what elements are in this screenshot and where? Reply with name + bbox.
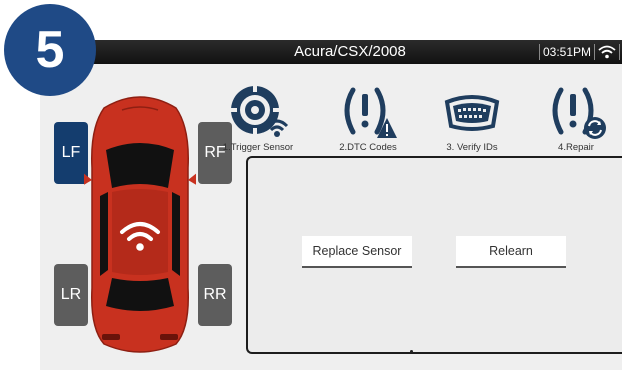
status-divider [594, 44, 596, 60]
tool-label: 4.Repair [558, 142, 594, 153]
obd-connector-icon [422, 78, 522, 140]
tpms-repair-icon [526, 78, 622, 140]
status-area: 03:51PM [536, 42, 622, 62]
tool-verify-ids[interactable]: 3. Verify IDs [422, 78, 522, 153]
tool-label: 2.DTC Codes [339, 142, 397, 153]
tire-button-lr[interactable]: LR [54, 264, 88, 326]
tire-label-rr: RR [203, 286, 227, 303]
tire-label-lf: LF [61, 144, 81, 161]
device-screen: Acura/CSX/2008 03:51PM LF RF LR RR 1.Tri… [40, 40, 622, 370]
panel-indicator [410, 350, 413, 353]
status-time: 03:51PM [543, 45, 592, 59]
tool-dtc-codes[interactable]: 2.DTC Codes [318, 78, 418, 153]
step-badge: 5 [4, 4, 96, 96]
wifi-icon [598, 45, 616, 59]
tool-trigger-sensor[interactable]: 1.Trigger Sensor [208, 78, 308, 153]
title-bar: Acura/CSX/2008 03:51PM [40, 40, 622, 64]
tire-button-rr[interactable]: RR [198, 264, 232, 326]
tire-signal-icon [208, 78, 308, 140]
tool-repair[interactable]: 4.Repair [526, 78, 622, 153]
tpms-warning-icon [318, 78, 418, 140]
tire-button-lf[interactable]: LF [54, 122, 88, 184]
tool-label: 1.Trigger Sensor [222, 142, 294, 153]
status-divider [539, 44, 540, 60]
replace-sensor-button[interactable]: Replace Sensor [302, 236, 412, 268]
status-divider [619, 44, 621, 60]
car-top-view [82, 88, 198, 356]
action-panel: Replace Sensor Relearn [246, 156, 622, 354]
vehicle-title: Acura/CSX/2008 [294, 43, 406, 60]
tool-label: 3. Verify IDs [446, 142, 498, 153]
tire-label-lr: LR [60, 286, 82, 303]
step-number: 5 [35, 21, 65, 79]
relearn-button[interactable]: Relearn [456, 236, 566, 268]
